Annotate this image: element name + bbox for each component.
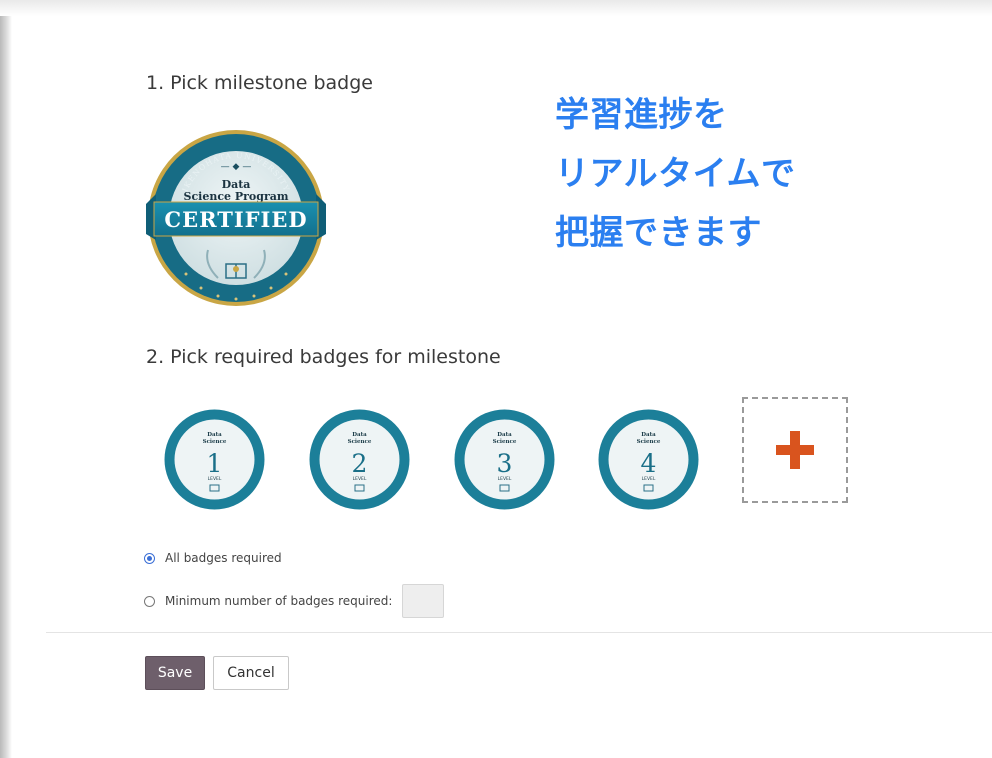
- badge-divider-text: — ◆ —: [221, 162, 252, 172]
- badge-level-number: 1: [207, 449, 223, 478]
- promo-line-2: リアルタイムで: [555, 154, 796, 194]
- promo-line-3: 把握できます: [555, 213, 762, 253]
- badge-level-label: LEVEL: [498, 476, 512, 482]
- minimum-badges-radio[interactable]: [144, 595, 155, 607]
- required-badge-2[interactable]: Data Science 2 LEVEL: [308, 408, 411, 511]
- badge-title-line2: Science: [348, 439, 372, 445]
- cancel-button[interactable]: Cancel: [213, 656, 289, 690]
- add-badge-button[interactable]: [742, 397, 848, 503]
- promo-text: 学習進捗を リアルタイムで 把握できます: [555, 86, 795, 263]
- minimum-badges-label: Minimum number of badges required:: [165, 594, 393, 608]
- badge-level-number: 3: [497, 449, 513, 478]
- badge-title-line1: Data: [352, 432, 367, 438]
- save-button[interactable]: Save: [145, 656, 205, 690]
- option-all-badges[interactable]: All badges required: [144, 551, 282, 565]
- milestone-badge[interactable]: IKENOHATA UNIVERSITY — ◆ — Data Science …: [146, 114, 326, 322]
- required-badge-1[interactable]: Data Science 1 LEVEL: [163, 408, 266, 511]
- required-badges-row: Data Science 1 LEVEL Data Science 2 LEVE…: [163, 397, 863, 520]
- required-badge-3[interactable]: Data Science 3 LEVEL: [453, 408, 556, 511]
- section-divider: [46, 632, 992, 633]
- promo-line-1: 学習進捗を: [555, 95, 728, 135]
- minimum-badges-input[interactable]: [402, 584, 445, 618]
- badge-program-line2: Science Program: [184, 190, 289, 203]
- badge-certified-text: CERTIFIED: [164, 207, 307, 232]
- badge-title-line2: Science: [203, 439, 227, 445]
- badge-level-label: LEVEL: [208, 476, 222, 482]
- badge-title-line2: Science: [493, 439, 517, 445]
- window-left-edge: [0, 0, 12, 758]
- badge-level-number: 2: [352, 449, 368, 478]
- milestone-badge-graphic: IKENOHATA UNIVERSITY — ◆ — Data Science …: [146, 130, 326, 306]
- badge-level-label: LEVEL: [353, 476, 367, 482]
- required-badge-4[interactable]: Data Science 4 LEVEL: [597, 408, 700, 511]
- step2-title: 2. Pick required badges for milestone: [146, 346, 501, 368]
- badge-title-line2: Science: [637, 439, 661, 445]
- all-badges-label: All badges required: [165, 551, 282, 565]
- step1-title: 1. Pick milestone badge: [146, 72, 373, 94]
- badge-title-line1: Data: [207, 432, 222, 438]
- badge-level-number: 4: [641, 449, 657, 478]
- all-badges-radio[interactable]: [144, 552, 155, 564]
- plus-icon: [776, 431, 814, 469]
- badge-title-line1: Data: [641, 432, 656, 438]
- badge-title-line1: Data: [497, 432, 512, 438]
- window-top-edge: [0, 0, 992, 16]
- option-minimum-badges[interactable]: Minimum number of badges required:: [144, 584, 445, 618]
- badge-level-label: LEVEL: [642, 476, 656, 482]
